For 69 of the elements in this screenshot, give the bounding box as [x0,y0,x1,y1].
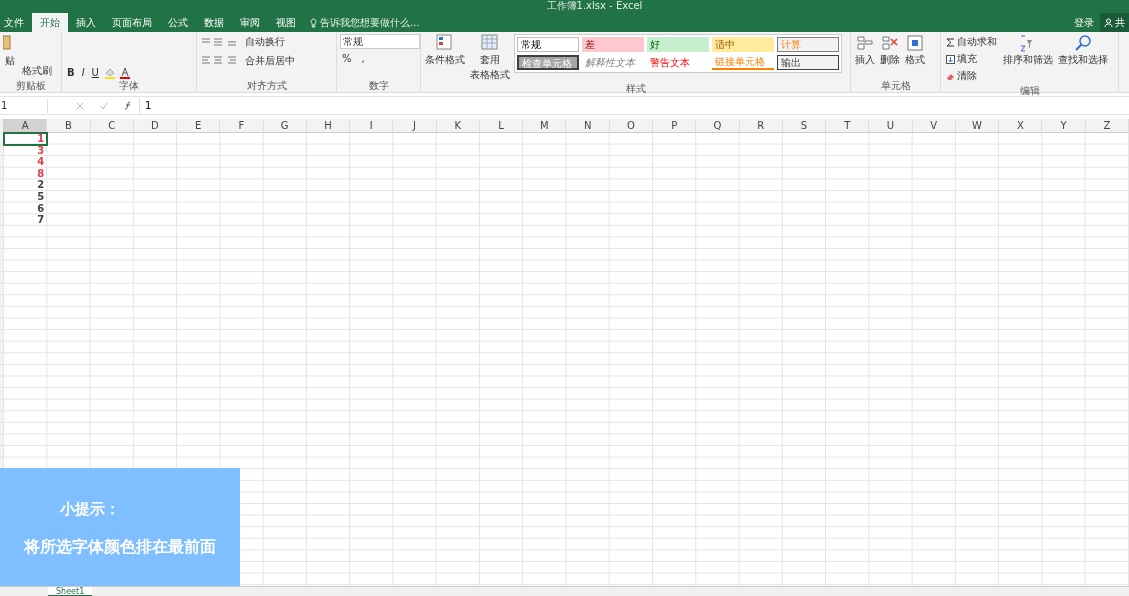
table-cell[interactable]: 5 [4,190,48,203]
sort-filter-button[interactable]: 排序和筛选 [1002,34,1054,67]
ribbon-tab[interactable]: 公式 [160,13,196,32]
window-title: 工作簿1.xlsx - Excel [546,0,643,13]
search-icon [1074,34,1092,52]
wrap-text-button[interactable]: 自动换行 [243,34,297,50]
delete-cells-button[interactable]: 删除 [879,34,901,67]
search-button[interactable]: 查找和选择 [1057,34,1109,67]
lightbulb-icon [310,17,317,28]
format-as-table-button[interactable]: 套用 表格格式 [469,34,511,82]
clear-button[interactable]: 清除 [944,68,999,84]
name-box[interactable]: 1 [0,98,48,113]
table-cell[interactable]: 1 [4,133,48,145]
bold-button[interactable]: B [65,66,77,79]
table-icon [481,34,499,52]
tip-title: 小提示： [60,500,120,519]
group-label: 对齐方式 [245,79,288,92]
fill-color-icon [103,67,116,79]
cell-style-option[interactable]: 适中 [712,37,774,52]
ribbon-tab[interactable]: 数据 [196,13,232,32]
down-arrow-icon [946,54,955,64]
eraser-icon [946,71,955,81]
cell-style-option[interactable]: 常规 [517,37,579,52]
table-cell[interactable]: 4 [4,156,48,168]
merge-center-button[interactable]: 合并后居中 [243,53,297,69]
check-icon [100,101,108,110]
ribbon-tab[interactable]: 审阅 [232,13,268,32]
tip-text: 将所选字体颜色排在最前面 [24,537,216,558]
tell-me-field[interactable]: 告诉我您想要做什么... [320,17,470,28]
italic-button[interactable]: I [79,66,87,79]
font-color-icon [118,67,131,79]
ribbon-tab[interactable]: 页面布局 [104,13,160,32]
ribbon-tab[interactable]: 文件 [0,13,32,32]
table-cell[interactable]: 3 [4,144,48,157]
group-label: 样式 [624,82,647,95]
group-label: 编辑 [1018,84,1041,97]
share-button[interactable]: 共 [1100,13,1129,32]
sheet-tab[interactable]: Sheet1 [48,587,93,596]
ribbon-tab[interactable]: 插入 [68,13,104,32]
table-cell[interactable]: 2 [4,179,48,191]
format-cells-button[interactable]: 格式 [904,34,926,67]
table-cell[interactable]: 8 [4,167,48,180]
function-icon [124,101,133,110]
group-label: 剪贴板 [14,79,47,92]
conditional-format-button[interactable]: 条件格式 [424,34,466,67]
autosum-button[interactable]: 自动求和 [944,34,999,50]
group-label: 数字 [367,79,390,92]
number-format-dropdown[interactable]: 常规 [340,34,420,49]
fill-button[interactable]: 填充 [944,51,999,67]
table-cell[interactable]: 6 [4,202,48,215]
underline-button[interactable]: U [89,66,101,79]
sigma-icon [946,37,955,47]
group-label: 字体 [118,79,140,92]
sign-in-link[interactable]: 登录 [1074,15,1094,30]
format-painter-button[interactable]: 格式刷 [20,63,54,79]
person-icon [1104,18,1113,27]
ribbon-tab[interactable]: 开始 [32,13,68,32]
cancel-icon [76,101,84,110]
clipboard-icon [3,34,11,50]
group-label: 单元格 [879,79,912,92]
comma-button[interactable]: , [359,52,367,65]
cell-style-option[interactable]: 好 [647,37,709,52]
cell-style-option[interactable]: 差 [582,37,644,52]
cell-style-option[interactable]: 输出 [777,55,839,70]
table-cell[interactable]: 7 [4,214,48,226]
paste-button[interactable]: 贴 [3,53,17,69]
percent-button[interactable]: % [340,52,354,65]
insert-cells-button[interactable]: 插入 [854,34,876,67]
ribbon-tab[interactable]: 视图 [268,13,304,32]
